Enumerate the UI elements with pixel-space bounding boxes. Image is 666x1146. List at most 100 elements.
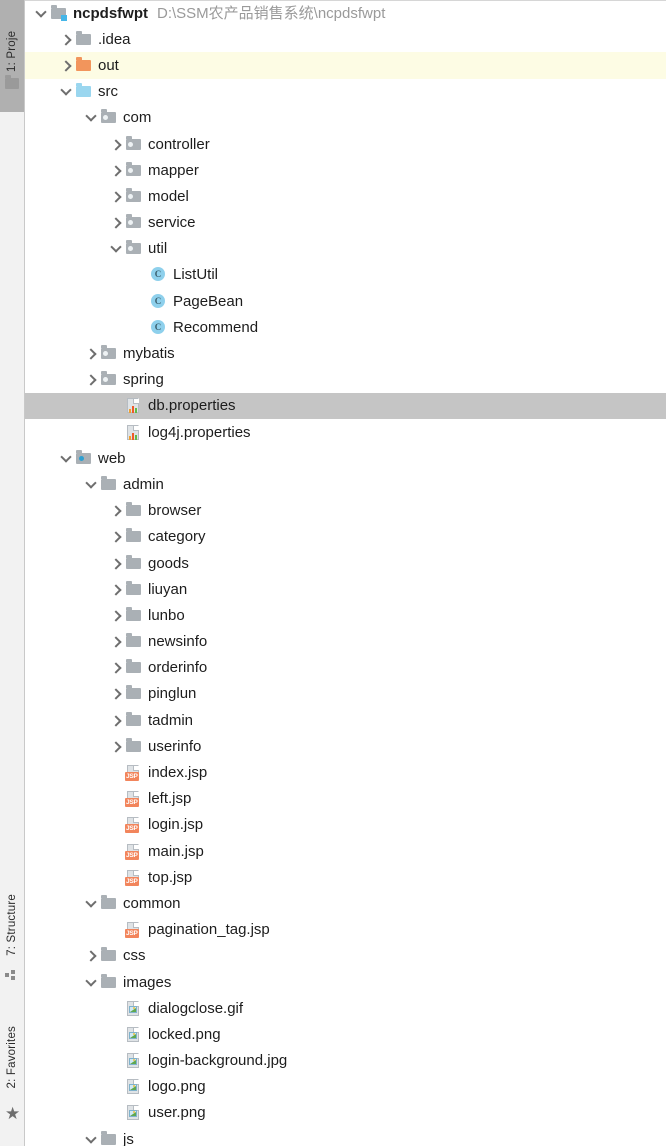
tree-row[interactable]: service — [25, 210, 666, 236]
stripe-button-project[interactable]: 1: Proje — [6, 2, 18, 72]
project-tree[interactable]: ncpdsfwptD:\SSM农产品销售系统\ncpdsfwpt.idea out… — [25, 0, 666, 1146]
tree-row[interactable]: goods — [25, 550, 666, 576]
chevron-down-icon[interactable] — [33, 5, 50, 22]
tree-row[interactable]: util — [25, 236, 666, 262]
chevron-right-icon[interactable] — [108, 214, 125, 231]
tree-row-label: newsinfo — [148, 633, 207, 650]
chevron-down-icon[interactable] — [83, 476, 100, 493]
jsp-file-icon: JSP — [125, 921, 142, 938]
tree-row[interactable]: ncpdsfwptD:\SSM农产品销售系统\ncpdsfwpt — [25, 0, 666, 26]
folder-icon — [100, 947, 117, 964]
tree-row[interactable]: controller — [25, 131, 666, 157]
chevron-right-icon[interactable] — [108, 712, 125, 729]
tree-row[interactable]: dialogclose.gif — [25, 995, 666, 1021]
chevron-right-icon[interactable] — [83, 345, 100, 362]
tree-row[interactable]: JSPpagination_tag.jsp — [25, 917, 666, 943]
tree-row[interactable]: common — [25, 890, 666, 916]
chevron-right-icon[interactable] — [58, 31, 75, 48]
tree-row[interactable]: locked.png — [25, 1021, 666, 1047]
properties-file-icon — [125, 397, 142, 414]
tree-row[interactable]: JSPlogin.jsp — [25, 812, 666, 838]
tree-row[interactable]: newsinfo — [25, 629, 666, 655]
chevron-right-icon[interactable] — [108, 607, 125, 624]
tree-row[interactable]: JSPindex.jsp — [25, 759, 666, 785]
tree-row[interactable]: admin — [25, 471, 666, 497]
chevron-right-icon[interactable] — [108, 555, 125, 572]
chevron-right-icon[interactable] — [108, 685, 125, 702]
chevron-right-icon[interactable] — [108, 528, 125, 545]
tree-row-label: web — [98, 450, 126, 467]
tree-row[interactable]: mybatis — [25, 340, 666, 366]
folder-icon — [125, 555, 142, 572]
tree-row[interactable]: mapper — [25, 157, 666, 183]
chevron-right-icon[interactable] — [83, 947, 100, 964]
tree-row-label: browser — [148, 502, 201, 519]
tree-row-label: model — [148, 188, 189, 205]
tree-row-label: top.jsp — [148, 869, 192, 886]
jsp-file-icon: JSP — [125, 843, 142, 860]
stripe-button-favorites[interactable]: 2: Favorites — [6, 1026, 18, 1088]
chevron-right-icon[interactable] — [58, 57, 75, 74]
tree-row[interactable]: CRecommend — [25, 314, 666, 340]
chevron-right-icon[interactable] — [108, 581, 125, 598]
tree-row[interactable]: orderinfo — [25, 655, 666, 681]
jsp-file-icon: JSP — [125, 790, 142, 807]
tree-row[interactable]: com — [25, 105, 666, 131]
chevron-right-icon[interactable] — [108, 738, 125, 755]
tree-row-label: src — [98, 83, 118, 100]
package-folder-icon — [100, 345, 117, 362]
tree-row[interactable]: spring — [25, 367, 666, 393]
tree-row[interactable]: db.properties — [25, 393, 666, 419]
chevron-down-icon[interactable] — [108, 240, 125, 257]
tree-row[interactable]: out — [25, 52, 666, 78]
tree-row[interactable]: JSPmain.jsp — [25, 838, 666, 864]
chevron-right-icon[interactable] — [108, 188, 125, 205]
chevron-down-icon[interactable] — [83, 895, 100, 912]
chevron-down-icon[interactable] — [83, 109, 100, 126]
chevron-down-icon[interactable] — [58, 83, 75, 100]
java-class-icon: C — [150, 293, 167, 310]
tree-row[interactable]: src — [25, 79, 666, 105]
chevron-down-icon[interactable] — [83, 974, 100, 991]
chevron-right-icon[interactable] — [108, 502, 125, 519]
chevron-down-icon[interactable] — [58, 450, 75, 467]
tree-row-label: com — [123, 109, 151, 126]
tree-row[interactable]: model — [25, 183, 666, 209]
tree-row[interactable]: pinglun — [25, 681, 666, 707]
chevron-right-icon[interactable] — [108, 136, 125, 153]
tree-row[interactable]: js — [25, 1126, 666, 1146]
folder-icon — [125, 659, 142, 676]
chevron-down-icon[interactable] — [83, 1131, 100, 1146]
tree-row[interactable]: CPageBean — [25, 288, 666, 314]
tree-row[interactable]: logo.png — [25, 1074, 666, 1100]
tree-row-label: out — [98, 57, 119, 74]
tree-row[interactable]: JSPleft.jsp — [25, 786, 666, 812]
tree-row[interactable]: lunbo — [25, 602, 666, 628]
folder-icon — [125, 712, 142, 729]
chevron-right-icon[interactable] — [108, 162, 125, 179]
tree-row-label: log4j.properties — [148, 424, 251, 441]
tree-row[interactable]: CListUtil — [25, 262, 666, 288]
stripe-button-structure[interactable]: 7: Structure — [6, 894, 18, 956]
tree-row[interactable]: userinfo — [25, 733, 666, 759]
tree-row-label: locked.png — [148, 1026, 221, 1043]
chevron-right-icon[interactable] — [108, 659, 125, 676]
tree-row[interactable]: log4j.properties — [25, 419, 666, 445]
tree-row[interactable]: browser — [25, 498, 666, 524]
tree-row[interactable]: tadmin — [25, 707, 666, 733]
tree-row[interactable]: category — [25, 524, 666, 550]
tree-row[interactable]: login-background.jpg — [25, 1048, 666, 1074]
tree-row[interactable]: web — [25, 445, 666, 471]
tree-row-label: ListUtil — [173, 266, 218, 283]
tree-row[interactable]: images — [25, 969, 666, 995]
tree-row[interactable]: user.png — [25, 1100, 666, 1126]
chevron-right-icon[interactable] — [83, 371, 100, 388]
tree-row-label: login.jsp — [148, 816, 203, 833]
tree-row[interactable]: liuyan — [25, 576, 666, 602]
tree-row[interactable]: css — [25, 943, 666, 969]
chevron-right-icon[interactable] — [108, 633, 125, 650]
tree-row[interactable]: .idea — [25, 26, 666, 52]
jsp-file-icon: JSP — [125, 869, 142, 886]
excluded-folder-icon — [75, 57, 92, 74]
tree-row[interactable]: JSP top.jsp — [25, 864, 666, 890]
